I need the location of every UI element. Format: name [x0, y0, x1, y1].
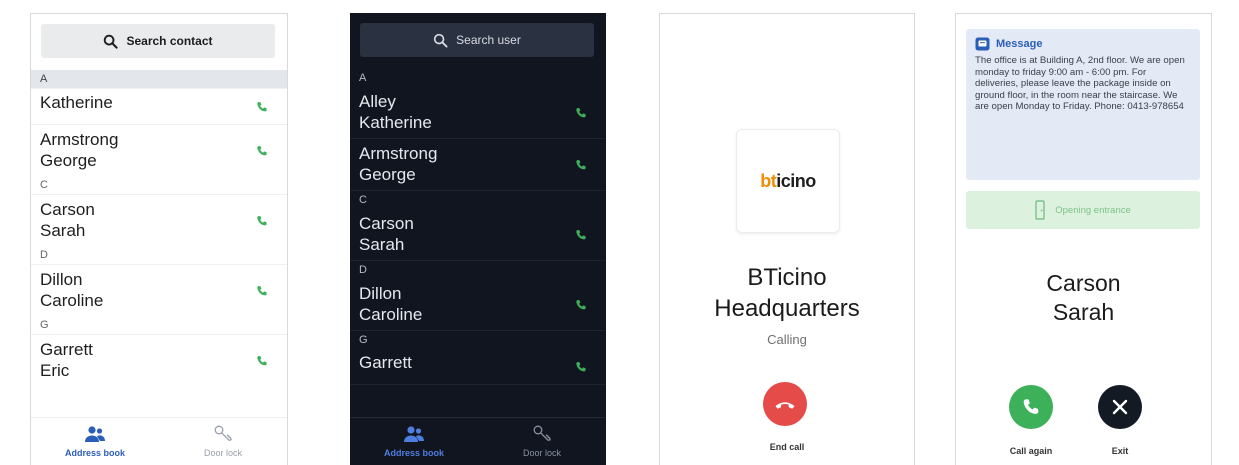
message-icon: [975, 37, 990, 51]
phone-icon[interactable]: [574, 228, 588, 242]
close-icon: [1112, 399, 1128, 415]
tab-door-lock[interactable]: Door lock: [478, 418, 606, 465]
tab-door-lock[interactable]: Door lock: [159, 418, 287, 465]
phone-icon[interactable]: [255, 214, 269, 228]
phone-icon[interactable]: [255, 144, 269, 158]
contact-list[interactable]: A Katherine Armstrong George C Carson Sarah D Di…: [31, 70, 287, 417]
section-header-g: G: [359, 334, 368, 346]
section-header-g: G: [40, 319, 49, 331]
search-icon: [104, 34, 119, 49]
key-icon: [533, 425, 551, 441]
contact-name: Carson Sarah: [40, 200, 95, 240]
phone-icon[interactable]: [574, 360, 588, 374]
tab-address-book-label: Address book: [64, 448, 125, 458]
phone-icon[interactable]: [255, 354, 269, 368]
caller-name: Carson Sarah: [1046, 270, 1121, 325]
message-text: The office is at Building A, 2nd floor. …: [975, 55, 1185, 113]
tab-address-book[interactable]: Address book: [31, 418, 159, 465]
phone-icon[interactable]: [574, 298, 588, 312]
tab-door-lock-label: Door lock: [203, 448, 242, 458]
search-icon: [433, 33, 448, 48]
contact-name: Garrett Eric: [40, 340, 93, 380]
search-contact-bar[interactable]: Search contact: [41, 24, 275, 58]
contact-row[interactable]: Katherine: [31, 88, 287, 124]
callee-name: BTicino Headquarters: [714, 264, 860, 322]
bottom-tab-bar: Address book Door lock: [350, 417, 606, 465]
tab-door-lock-label: Door lock: [522, 448, 561, 458]
section-header-d: D: [359, 264, 367, 276]
callee-logo: bticino: [736, 129, 840, 233]
exit-label: Exit: [1111, 446, 1129, 456]
contact-name: Dillon Caroline: [40, 270, 104, 310]
contact-row[interactable]: Dillon Caroline: [31, 264, 287, 316]
contact-name: Carson Sarah: [359, 214, 414, 254]
tab-address-book-label: Address book: [383, 448, 444, 458]
contact-row[interactable]: Dillon Caroline: [350, 279, 606, 331]
call-ended-screen: Message The office is at Building A, 2nd…: [955, 13, 1212, 465]
phone-icon[interactable]: [574, 106, 588, 120]
address-book-icon: [404, 426, 424, 442]
search-user-bar[interactable]: Search user: [360, 23, 594, 57]
address-book-dark-screen: Search user A Alley Katherine Armstrong Geor…: [350, 13, 606, 465]
phone-icon[interactable]: [255, 284, 269, 298]
contact-name: Garrett: [359, 353, 412, 372]
exit-button[interactable]: [1098, 385, 1142, 429]
section-header-a: A: [359, 72, 367, 84]
end-call-label: End call: [769, 442, 805, 452]
contact-list[interactable]: A Alley Katherine Armstrong George C Carson Sar…: [350, 69, 606, 417]
section-header-d: D: [40, 249, 48, 261]
phone-icon[interactable]: [574, 158, 588, 172]
address-book-light-screen: Search contact A Katherine Armstrong George…: [30, 13, 288, 465]
phone-icon: [1023, 399, 1039, 414]
contact-name: Dillon Caroline: [359, 284, 423, 324]
phone-icon[interactable]: [255, 100, 269, 114]
hang-up-icon: [775, 402, 795, 409]
contact-row[interactable]: Carson Sarah: [31, 194, 287, 246]
key-icon: [214, 425, 232, 441]
door-open-icon: [1035, 200, 1045, 220]
contact-row[interactable]: Armstrong George: [31, 124, 287, 176]
contact-row[interactable]: Garrett Eric: [31, 334, 287, 386]
contact-row[interactable]: Garrett: [350, 349, 606, 385]
end-call-button[interactable]: [763, 382, 807, 426]
calling-screen: bticino BTicino Headquarters Calling End…: [659, 13, 915, 465]
message-box: Message The office is at Building A, 2nd…: [966, 29, 1200, 180]
address-book-icon: [85, 426, 105, 442]
contact-name: Alley Katherine: [359, 92, 432, 132]
contact-name: Armstrong George: [40, 130, 119, 170]
opening-entrance-banner: Opening entrance: [966, 191, 1200, 229]
bottom-tab-bar: Address book Door lock: [31, 417, 287, 465]
section-header-c: C: [359, 194, 367, 206]
section-header-a: A: [31, 70, 287, 88]
search-label: Search user: [456, 33, 521, 47]
call-again-label: Call again: [1009, 446, 1053, 456]
call-again-button[interactable]: [1009, 385, 1053, 429]
bticino-logo: bticino: [760, 170, 816, 191]
contact-row[interactable]: Alley Katherine: [350, 87, 606, 139]
search-label: Search contact: [126, 34, 213, 48]
contact-row[interactable]: Carson Sarah: [350, 209, 606, 261]
section-header-c: C: [40, 179, 48, 191]
contact-row[interactable]: Armstrong George: [350, 139, 606, 191]
contact-name: Armstrong George: [359, 144, 438, 184]
tab-address-book[interactable]: Address book: [350, 418, 478, 465]
contact-name: Katherine: [40, 93, 113, 112]
call-status: Calling: [767, 332, 807, 347]
message-title: Message: [975, 37, 1191, 51]
